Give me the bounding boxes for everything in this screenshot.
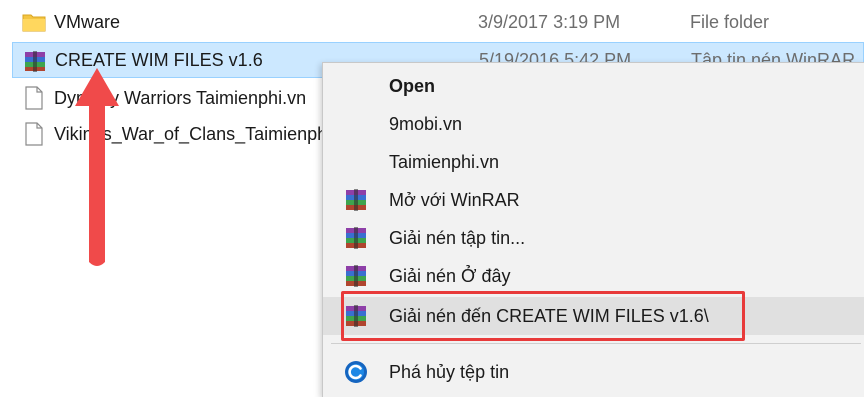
menu-item-label: Giải nén tập tin... bbox=[389, 228, 526, 248]
menu-item-label: Giải nén Ở đây bbox=[389, 266, 511, 286]
document-icon bbox=[22, 122, 46, 146]
menu-item-9mobi[interactable]: 9mobi.vn bbox=[323, 105, 864, 143]
file-type: File folder bbox=[690, 12, 770, 32]
menu-item-label: Open bbox=[389, 76, 436, 96]
ccleaner-icon bbox=[343, 360, 369, 384]
red-highlight-box bbox=[341, 291, 745, 341]
menu-item-open-with-winrar[interactable]: Mở với WinRAR bbox=[323, 181, 864, 219]
document-icon bbox=[22, 86, 46, 110]
menu-item-label: Mở với WinRAR bbox=[389, 190, 520, 210]
menu-item-extract-files[interactable]: Giải nén tập tin... bbox=[323, 219, 864, 257]
menu-item-label: Phá hủy tệp tin bbox=[389, 362, 510, 382]
winrar-icon bbox=[343, 226, 369, 250]
menu-item-label: Taimienphi.vn bbox=[389, 152, 500, 172]
winrar-archive-icon bbox=[23, 49, 47, 73]
menu-separator bbox=[331, 343, 861, 344]
folder-icon bbox=[22, 10, 46, 34]
menu-item-label: 9mobi.vn bbox=[389, 114, 463, 134]
red-arrow-annotation bbox=[75, 68, 119, 266]
menu-item-shred-file[interactable]: Phá hủy tệp tin bbox=[323, 353, 864, 391]
menu-item-open[interactable]: Open bbox=[323, 67, 864, 105]
file-name: VMware bbox=[54, 12, 121, 32]
file-row-vmware[interactable]: VMware 3/9/2017 3:19 PM File folder bbox=[12, 4, 864, 40]
winrar-icon bbox=[343, 188, 369, 212]
winrar-icon bbox=[343, 264, 369, 288]
menu-item-extract-here[interactable]: Giải nén Ở đây bbox=[323, 257, 864, 295]
file-date: 3/9/2017 3:19 PM bbox=[478, 12, 621, 32]
context-menu: Open 9mobi.vn Taimienphi.vn Mở với WinRA… bbox=[322, 62, 864, 397]
menu-item-taimienphi[interactable]: Taimienphi.vn bbox=[323, 143, 864, 181]
